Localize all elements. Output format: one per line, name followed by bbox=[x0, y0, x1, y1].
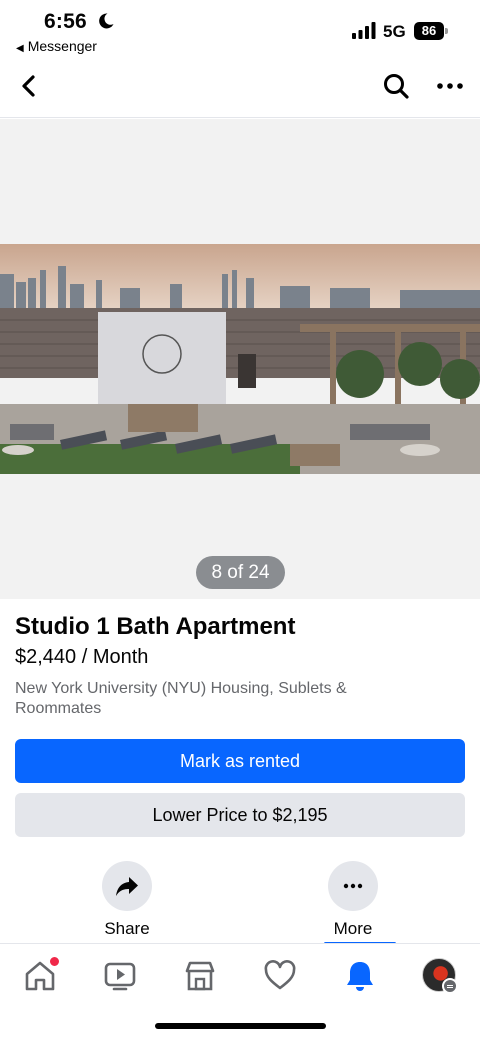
lower-price-button[interactable]: Lower Price to $2,195 bbox=[15, 793, 465, 837]
video-icon bbox=[104, 962, 136, 991]
listing-group-link[interactable]: New York University (NYU) Housing, Suble… bbox=[15, 679, 435, 719]
menu-badge-icon bbox=[442, 978, 458, 994]
battery-level: 86 bbox=[414, 22, 444, 40]
marketplace-icon bbox=[185, 961, 215, 991]
more-button[interactable] bbox=[328, 861, 378, 911]
back-triangle-icon: ◀ bbox=[16, 43, 24, 54]
tab-notifications[interactable] bbox=[342, 958, 378, 994]
search-icon[interactable] bbox=[382, 72, 410, 100]
status-bar: 6:56 ◀ Messenger 5G 86 bbox=[0, 0, 480, 60]
network-type: 5G bbox=[383, 22, 406, 41]
notification-dot bbox=[49, 956, 60, 967]
moon-icon bbox=[99, 13, 114, 29]
listing-title: Studio 1 Bath Apartment bbox=[15, 613, 296, 640]
home-indicator bbox=[155, 1023, 326, 1029]
tab-profile[interactable] bbox=[422, 958, 458, 994]
clock: 6:56 bbox=[44, 10, 87, 33]
more-action[interactable]: More bbox=[303, 861, 403, 939]
more-label: More bbox=[333, 919, 373, 938]
listing-price: $2,440 / Month bbox=[15, 646, 149, 668]
tab-video[interactable] bbox=[102, 958, 138, 994]
back-app-label: Messenger bbox=[27, 38, 97, 54]
tab-marketplace[interactable] bbox=[182, 958, 218, 994]
battery-tip bbox=[445, 28, 448, 34]
signal-icon bbox=[352, 22, 376, 39]
share-button[interactable] bbox=[102, 861, 152, 911]
nav-header bbox=[0, 60, 480, 118]
battery-indicator: 86 bbox=[414, 22, 448, 40]
mark-as-rented-button[interactable]: Mark as rented bbox=[15, 739, 465, 783]
photo-viewer[interactable]: 8 of 24 bbox=[0, 119, 480, 599]
more-icon[interactable] bbox=[436, 72, 464, 100]
bell-icon bbox=[347, 962, 373, 991]
more-dots-icon bbox=[343, 883, 363, 889]
back-icon[interactable] bbox=[16, 72, 44, 100]
tab-dating[interactable] bbox=[262, 958, 298, 994]
share-action[interactable]: Share bbox=[77, 861, 177, 939]
listing-photo[interactable] bbox=[0, 244, 480, 474]
dating-icon bbox=[264, 960, 296, 990]
back-to-app-link[interactable]: ◀ Messenger bbox=[16, 38, 97, 54]
photo-counter: 8 of 24 bbox=[196, 556, 285, 589]
share-icon bbox=[116, 877, 138, 896]
tab-home[interactable] bbox=[22, 956, 60, 994]
share-label: Share bbox=[104, 919, 150, 938]
